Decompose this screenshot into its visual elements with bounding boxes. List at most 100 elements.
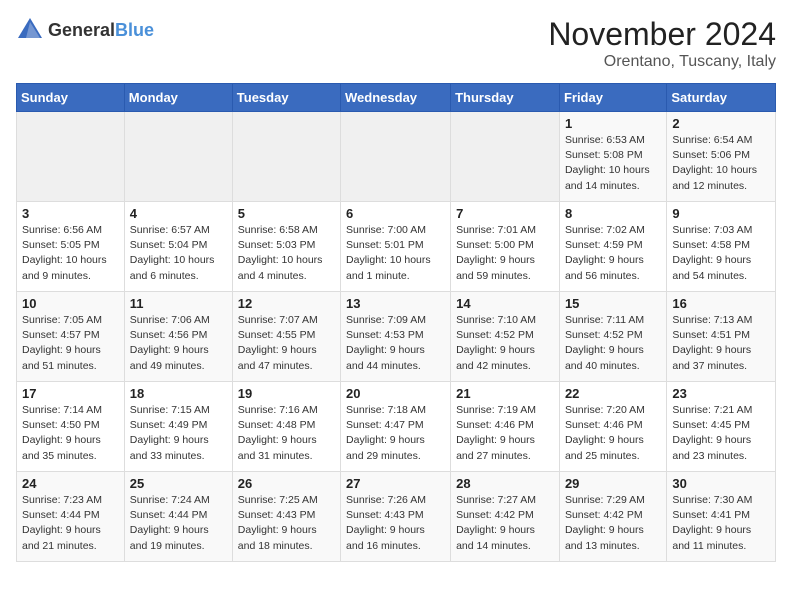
calendar-body: 1 Sunrise: 6:53 AM Sunset: 5:08 PM Daylig… <box>17 112 776 562</box>
weekday-header-wednesday: Wednesday <box>341 84 451 112</box>
calendar-cell <box>124 112 232 202</box>
day-info: Sunrise: 7:27 AM Sunset: 4:42 PM Dayligh… <box>456 493 554 554</box>
day-info: Sunrise: 7:13 AM Sunset: 4:51 PM Dayligh… <box>672 313 770 374</box>
day-info: Sunrise: 7:07 AM Sunset: 4:55 PM Dayligh… <box>238 313 335 374</box>
calendar-cell: 20 Sunrise: 7:18 AM Sunset: 4:47 PM Dayli… <box>341 382 451 472</box>
day-info: Sunrise: 7:16 AM Sunset: 4:48 PM Dayligh… <box>238 403 335 464</box>
day-number: 3 <box>22 206 119 221</box>
week-row-1: 1 Sunrise: 6:53 AM Sunset: 5:08 PM Daylig… <box>17 112 776 202</box>
day-number: 8 <box>565 206 661 221</box>
calendar-cell: 24 Sunrise: 7:23 AM Sunset: 4:44 PM Dayli… <box>17 472 125 562</box>
weekday-header-sunday: Sunday <box>17 84 125 112</box>
weekday-header-friday: Friday <box>559 84 666 112</box>
day-number: 15 <box>565 296 661 311</box>
day-number: 11 <box>130 296 227 311</box>
calendar-cell: 8 Sunrise: 7:02 AM Sunset: 4:59 PM Daylig… <box>559 202 666 292</box>
day-info: Sunrise: 7:09 AM Sunset: 4:53 PM Dayligh… <box>346 313 445 374</box>
day-info: Sunrise: 7:25 AM Sunset: 4:43 PM Dayligh… <box>238 493 335 554</box>
calendar-cell: 22 Sunrise: 7:20 AM Sunset: 4:46 PM Dayli… <box>559 382 666 472</box>
logo-general: General <box>48 20 115 40</box>
day-number: 18 <box>130 386 227 401</box>
day-info: Sunrise: 7:24 AM Sunset: 4:44 PM Dayligh… <box>130 493 227 554</box>
calendar-cell: 27 Sunrise: 7:26 AM Sunset: 4:43 PM Dayli… <box>341 472 451 562</box>
week-row-2: 3 Sunrise: 6:56 AM Sunset: 5:05 PM Daylig… <box>17 202 776 292</box>
day-number: 17 <box>22 386 119 401</box>
page-header: GeneralBlue November 2024 Orentano, Tusc… <box>16 16 776 71</box>
day-info: Sunrise: 7:15 AM Sunset: 4:49 PM Dayligh… <box>130 403 227 464</box>
day-info: Sunrise: 7:06 AM Sunset: 4:56 PM Dayligh… <box>130 313 227 374</box>
calendar-cell: 23 Sunrise: 7:21 AM Sunset: 4:45 PM Dayli… <box>667 382 776 472</box>
calendar-cell <box>17 112 125 202</box>
day-number: 7 <box>456 206 554 221</box>
calendar-cell: 11 Sunrise: 7:06 AM Sunset: 4:56 PM Dayli… <box>124 292 232 382</box>
day-number: 14 <box>456 296 554 311</box>
day-info: Sunrise: 7:11 AM Sunset: 4:52 PM Dayligh… <box>565 313 661 374</box>
calendar-cell: 28 Sunrise: 7:27 AM Sunset: 4:42 PM Dayli… <box>451 472 560 562</box>
weekday-header-tuesday: Tuesday <box>232 84 340 112</box>
day-number: 24 <box>22 476 119 491</box>
calendar-cell: 13 Sunrise: 7:09 AM Sunset: 4:53 PM Dayli… <box>341 292 451 382</box>
day-number: 1 <box>565 116 661 131</box>
day-number: 23 <box>672 386 770 401</box>
week-row-3: 10 Sunrise: 7:05 AM Sunset: 4:57 PM Dayli… <box>17 292 776 382</box>
calendar-cell: 4 Sunrise: 6:57 AM Sunset: 5:04 PM Daylig… <box>124 202 232 292</box>
day-number: 29 <box>565 476 661 491</box>
day-number: 13 <box>346 296 445 311</box>
day-info: Sunrise: 7:20 AM Sunset: 4:46 PM Dayligh… <box>565 403 661 464</box>
calendar-cell: 15 Sunrise: 7:11 AM Sunset: 4:52 PM Dayli… <box>559 292 666 382</box>
logo: GeneralBlue <box>16 16 154 44</box>
calendar-table: SundayMondayTuesdayWednesdayThursdayFrid… <box>16 83 776 562</box>
day-info: Sunrise: 7:03 AM Sunset: 4:58 PM Dayligh… <box>672 223 770 284</box>
day-number: 30 <box>672 476 770 491</box>
weekday-header-monday: Monday <box>124 84 232 112</box>
calendar-cell <box>341 112 451 202</box>
day-info: Sunrise: 6:54 AM Sunset: 5:06 PM Dayligh… <box>672 133 770 194</box>
location-subtitle: Orentano, Tuscany, Italy <box>548 53 776 71</box>
day-number: 12 <box>238 296 335 311</box>
day-info: Sunrise: 7:21 AM Sunset: 4:45 PM Dayligh… <box>672 403 770 464</box>
day-info: Sunrise: 7:00 AM Sunset: 5:01 PM Dayligh… <box>346 223 445 284</box>
week-row-4: 17 Sunrise: 7:14 AM Sunset: 4:50 PM Dayli… <box>17 382 776 472</box>
day-info: Sunrise: 7:29 AM Sunset: 4:42 PM Dayligh… <box>565 493 661 554</box>
weekday-header-saturday: Saturday <box>667 84 776 112</box>
day-info: Sunrise: 6:53 AM Sunset: 5:08 PM Dayligh… <box>565 133 661 194</box>
day-number: 2 <box>672 116 770 131</box>
day-number: 20 <box>346 386 445 401</box>
calendar-cell: 7 Sunrise: 7:01 AM Sunset: 5:00 PM Daylig… <box>451 202 560 292</box>
day-number: 9 <box>672 206 770 221</box>
day-info: Sunrise: 7:14 AM Sunset: 4:50 PM Dayligh… <box>22 403 119 464</box>
day-number: 10 <box>22 296 119 311</box>
weekday-header-row: SundayMondayTuesdayWednesdayThursdayFrid… <box>17 84 776 112</box>
day-number: 27 <box>346 476 445 491</box>
day-number: 22 <box>565 386 661 401</box>
calendar-cell: 19 Sunrise: 7:16 AM Sunset: 4:48 PM Dayli… <box>232 382 340 472</box>
logo-icon <box>16 16 44 44</box>
day-number: 26 <box>238 476 335 491</box>
day-info: Sunrise: 7:30 AM Sunset: 4:41 PM Dayligh… <box>672 493 770 554</box>
day-info: Sunrise: 7:05 AM Sunset: 4:57 PM Dayligh… <box>22 313 119 374</box>
day-number: 25 <box>130 476 227 491</box>
day-info: Sunrise: 7:23 AM Sunset: 4:44 PM Dayligh… <box>22 493 119 554</box>
week-row-5: 24 Sunrise: 7:23 AM Sunset: 4:44 PM Dayli… <box>17 472 776 562</box>
day-info: Sunrise: 6:56 AM Sunset: 5:05 PM Dayligh… <box>22 223 119 284</box>
calendar-cell: 18 Sunrise: 7:15 AM Sunset: 4:49 PM Dayli… <box>124 382 232 472</box>
day-info: Sunrise: 7:02 AM Sunset: 4:59 PM Dayligh… <box>565 223 661 284</box>
day-info: Sunrise: 7:01 AM Sunset: 5:00 PM Dayligh… <box>456 223 554 284</box>
day-number: 28 <box>456 476 554 491</box>
calendar-cell: 1 Sunrise: 6:53 AM Sunset: 5:08 PM Daylig… <box>559 112 666 202</box>
calendar-cell: 30 Sunrise: 7:30 AM Sunset: 4:41 PM Dayli… <box>667 472 776 562</box>
day-number: 16 <box>672 296 770 311</box>
calendar-cell <box>232 112 340 202</box>
day-info: Sunrise: 7:26 AM Sunset: 4:43 PM Dayligh… <box>346 493 445 554</box>
day-number: 5 <box>238 206 335 221</box>
day-number: 6 <box>346 206 445 221</box>
weekday-header-thursday: Thursday <box>451 84 560 112</box>
day-info: Sunrise: 7:18 AM Sunset: 4:47 PM Dayligh… <box>346 403 445 464</box>
day-info: Sunrise: 6:57 AM Sunset: 5:04 PM Dayligh… <box>130 223 227 284</box>
day-number: 4 <box>130 206 227 221</box>
day-number: 19 <box>238 386 335 401</box>
logo-blue: Blue <box>115 20 154 40</box>
calendar-cell: 9 Sunrise: 7:03 AM Sunset: 4:58 PM Daylig… <box>667 202 776 292</box>
day-info: Sunrise: 6:58 AM Sunset: 5:03 PM Dayligh… <box>238 223 335 284</box>
calendar-cell: 14Sunrise: 7:10 AM Sunset: 4:52 PM Dayli… <box>451 292 560 382</box>
